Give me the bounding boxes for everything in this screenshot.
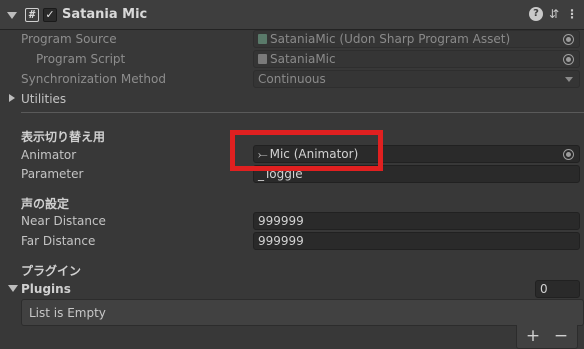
kebab-menu-icon[interactable]: ⋮ [565, 7, 579, 21]
highlight-box [230, 130, 383, 171]
plugins-foldout-icon[interactable] [8, 285, 18, 292]
utilities-foldout[interactable]: Utilities [21, 92, 66, 106]
script-icon: # [25, 8, 39, 22]
foldout-expanded-icon[interactable] [7, 12, 17, 19]
parameter-label: Parameter [21, 167, 84, 181]
remove-item-button[interactable]: − [547, 325, 575, 347]
animator-label: Animator [21, 148, 77, 162]
plugins-size-field[interactable]: 0 [535, 280, 580, 298]
dropdown-arrow-icon [565, 77, 573, 82]
program-source-value: SataniaMic (Udon Sharp Program Asset) [270, 32, 511, 46]
near-distance-label: Near Distance [21, 214, 106, 228]
divider [21, 112, 584, 113]
sync-method-dropdown: Continuous [253, 70, 580, 88]
section-heading-plugin: プラグイン [21, 264, 82, 278]
list-footer: + − [516, 325, 578, 349]
program-script-label: Program Script [36, 52, 126, 66]
preset-icon[interactable]: ⇵ [547, 7, 561, 21]
program-source-label: Program Source [21, 32, 117, 46]
sync-method-label: Synchronization Method [21, 72, 166, 86]
object-picker-icon [563, 54, 574, 65]
utilities-foldout-icon[interactable] [9, 94, 15, 102]
help-icon[interactable]: ? [529, 7, 543, 21]
script-file-icon [258, 54, 267, 64]
list-empty-text: List is Empty [29, 306, 106, 320]
component-title: Satania Mic [62, 7, 148, 22]
plugins-foldout[interactable]: Plugins [21, 282, 71, 296]
add-item-button[interactable]: + [519, 325, 547, 347]
program-script-field: SataniaMic [253, 50, 580, 68]
object-picker-icon[interactable] [563, 149, 574, 160]
plugins-list: List is Empty [21, 299, 584, 326]
program-script-value: SataniaMic [270, 52, 336, 66]
object-picker-icon [563, 34, 574, 45]
program-source-field: SataniaMic (Udon Sharp Program Asset) [253, 30, 580, 48]
sync-method-value: Continuous [258, 72, 326, 86]
section-heading-voice: 声の設定 [21, 197, 70, 211]
component-enabled-checkbox[interactable]: ✓ [43, 8, 57, 22]
near-distance-field[interactable]: 999999 [253, 212, 580, 230]
section-heading-toggle: 表示切り替え用 [21, 130, 106, 144]
udon-asset-icon [258, 34, 267, 44]
far-distance-field[interactable]: 999999 [253, 232, 580, 250]
far-distance-label: Far Distance [21, 234, 96, 248]
